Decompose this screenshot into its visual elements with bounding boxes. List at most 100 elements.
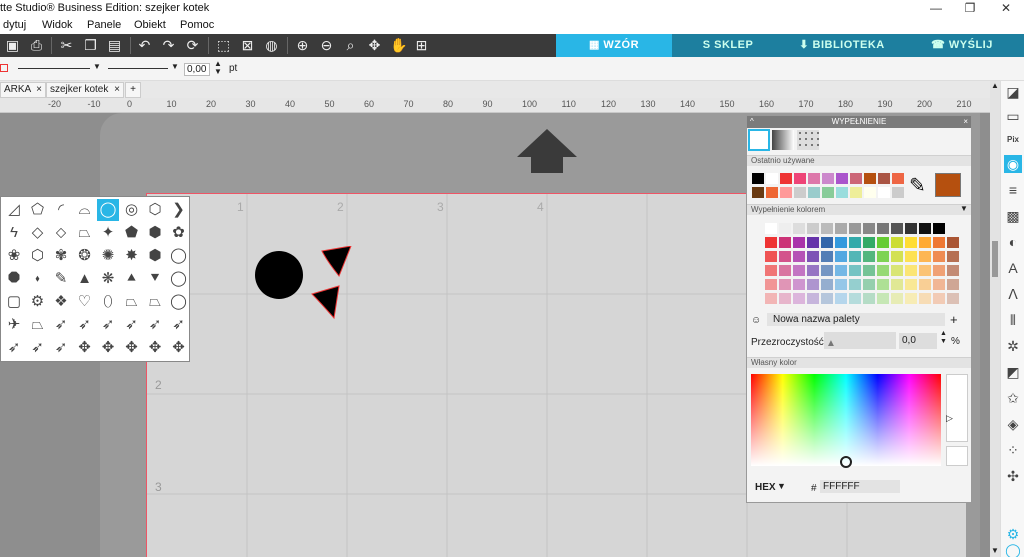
cut-settings-icon[interactable]: ◯ [1004, 541, 1022, 557]
shape-tool-icon[interactable]: ◯ [97, 199, 119, 221]
shape-tool-icon[interactable]: ▢ [3, 291, 25, 313]
palette-color-swatch[interactable] [793, 237, 805, 248]
palette-color-swatch[interactable] [947, 265, 959, 276]
recent-color-swatch[interactable] [864, 173, 876, 184]
transparency-input[interactable]: 0,0 [899, 333, 937, 349]
color-spectrum-picker[interactable] [751, 374, 941, 468]
recent-color-swatch[interactable] [850, 173, 862, 184]
shape-tool-icon[interactable]: ⏢ [27, 314, 49, 336]
palette-color-swatch[interactable] [779, 237, 791, 248]
palette-color-swatch[interactable] [877, 265, 889, 276]
palette-color-swatch[interactable] [849, 251, 861, 262]
shape-tool-icon[interactable]: ⬡ [144, 199, 166, 221]
select-all-icon[interactable]: ⬚ [215, 37, 232, 54]
maximize-button[interactable]: ❐ [952, 0, 988, 17]
palette-color-swatch[interactable] [933, 223, 945, 234]
close-icon[interactable]: × [114, 84, 120, 95]
palette-color-swatch[interactable] [821, 265, 833, 276]
shape-tool-icon[interactable]: ⬡ [27, 245, 49, 267]
shape-tool-icon[interactable]: ⬢ [144, 222, 166, 244]
shape-tool-icon[interactable]: ⬦ [50, 222, 72, 244]
palette-color-swatch[interactable] [793, 279, 805, 290]
palette-color-swatch[interactable] [849, 223, 861, 234]
palette-color-swatch[interactable] [821, 251, 833, 262]
shape-tool-icon[interactable]: ◜ [50, 199, 72, 221]
recent-color-swatch[interactable] [808, 173, 820, 184]
shape-tool-icon[interactable]: ✦ [97, 222, 119, 244]
palette-color-swatch[interactable] [905, 251, 917, 262]
image-effects-icon[interactable]: ▩ [1004, 207, 1022, 225]
palette-color-swatch[interactable] [947, 293, 959, 304]
offset-icon[interactable]: ✩ [1004, 389, 1022, 407]
palette-color-swatch[interactable] [919, 293, 931, 304]
shape-tool-icon[interactable]: ✈ [3, 314, 25, 336]
move-icon[interactable]: ✥ [366, 37, 383, 54]
palette-color-swatch[interactable] [821, 293, 833, 304]
stepper-icon[interactable]: ▲ ▼ [214, 60, 222, 76]
eyedropper-icon[interactable]: ✎ [909, 173, 926, 198]
shape-tool-icon[interactable]: ❀ [3, 245, 25, 267]
shape-tool-icon[interactable]: ⌓ [74, 199, 96, 221]
recent-color-swatch[interactable] [808, 187, 820, 198]
palette-color-swatch[interactable] [793, 251, 805, 262]
add-palette-button[interactable]: + [950, 312, 958, 327]
line-color-swatch[interactable] [0, 64, 8, 72]
line-width-input[interactable]: 0,00 [184, 63, 210, 76]
text-style-icon[interactable]: A [1004, 259, 1022, 277]
palette-color-swatch[interactable] [849, 265, 861, 276]
recent-color-swatch[interactable] [766, 187, 778, 198]
line-style-icon[interactable]: ≡ [1004, 181, 1022, 199]
shape-tool-icon[interactable]: ⏢ [144, 291, 166, 313]
menu-edit[interactable]: dytuj [3, 19, 26, 31]
close-icon[interactable]: × [963, 116, 968, 128]
palette-color-swatch[interactable] [947, 279, 959, 290]
cut-icon[interactable]: ✂ [58, 37, 75, 54]
vertical-scrollbar[interactable]: ▲ ▼ [990, 81, 1000, 557]
palette-color-swatch[interactable] [877, 251, 889, 262]
palette-color-swatch[interactable] [779, 223, 791, 234]
palette-color-swatch[interactable] [891, 223, 903, 234]
recent-color-swatch[interactable] [822, 173, 834, 184]
palette-color-swatch[interactable] [891, 293, 903, 304]
palette-color-swatch[interactable] [849, 237, 861, 248]
shape-tool-icon[interactable]: ✥ [144, 337, 166, 359]
shape-tool-icon[interactable]: ϟ [3, 222, 25, 244]
select-by-color-icon[interactable]: ◍ [263, 37, 280, 54]
palette-color-swatch[interactable] [947, 237, 959, 248]
palette-color-swatch[interactable] [933, 279, 945, 290]
gradient-fill-tab[interactable] [772, 130, 794, 150]
fit-page-icon[interactable]: ⊞ [413, 37, 430, 54]
palette-color-swatch[interactable] [933, 293, 945, 304]
shape-tool-icon[interactable]: ⬟ [121, 222, 143, 244]
solid-fill-tab[interactable] [748, 129, 770, 151]
recent-color-swatch[interactable] [766, 173, 778, 184]
tab-design[interactable]: ▦ WZÓR [556, 34, 672, 57]
palette-color-swatch[interactable] [821, 237, 833, 248]
shape-tool-icon[interactable]: ➶ [50, 337, 72, 359]
palette-color-swatch[interactable] [877, 293, 889, 304]
palette-color-swatch[interactable] [765, 293, 777, 304]
palette-color-swatch[interactable] [905, 237, 917, 248]
palette-color-swatch[interactable] [793, 223, 805, 234]
minimize-button[interactable]: — [918, 0, 954, 17]
trace-icon[interactable]: ◈ [1004, 415, 1022, 433]
shape-tool-icon[interactable]: ♡ [74, 291, 96, 313]
palette-color-swatch[interactable] [807, 237, 819, 248]
line-style-select[interactable] [18, 68, 90, 69]
pan-hand-icon[interactable]: ✋ [390, 37, 407, 54]
fill-panel-icon[interactable]: ◉ [1004, 155, 1022, 173]
palette-color-swatch[interactable] [765, 237, 777, 248]
add-tab-button[interactable]: + [125, 82, 141, 98]
palette-color-swatch[interactable] [835, 293, 847, 304]
shape-tool-icon[interactable]: ➶ [50, 314, 72, 336]
recent-color-swatch[interactable] [892, 173, 904, 184]
menu-help[interactable]: Pomoc [180, 19, 214, 31]
text-path-icon[interactable]: ᐱ [1004, 285, 1022, 303]
shape-tool-icon[interactable]: ◎ [121, 199, 143, 221]
shape-tool-icon[interactable]: ◯ [168, 245, 190, 267]
palette-color-swatch[interactable] [933, 251, 945, 262]
zoom-fit-icon[interactable]: ⌕ [342, 37, 359, 54]
menu-view[interactable]: Widok [42, 19, 73, 31]
palette-color-swatch[interactable] [765, 279, 777, 290]
palette-color-swatch[interactable] [807, 223, 819, 234]
